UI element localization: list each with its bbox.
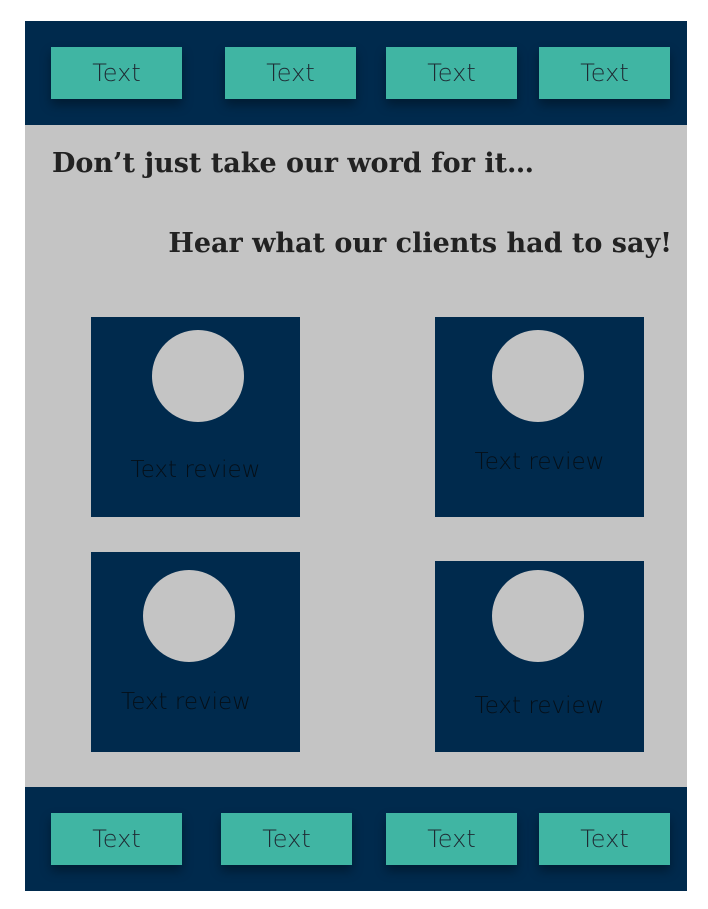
footer-nav-button-4[interactable]: Text bbox=[539, 813, 670, 865]
header-nav-button-1[interactable]: Text bbox=[51, 47, 182, 99]
review-text: Text review bbox=[474, 449, 605, 475]
header-nav-button-2[interactable]: Text bbox=[225, 47, 356, 99]
review-card-4: Text review bbox=[435, 561, 644, 752]
review-text: Text review bbox=[121, 689, 251, 715]
header-bar: Text Text Text Text bbox=[25, 21, 687, 125]
footer-nav-button-2[interactable]: Text bbox=[221, 813, 352, 865]
review-card-3: Text review bbox=[91, 552, 300, 752]
avatar bbox=[152, 330, 244, 422]
footer-nav-button-3[interactable]: Text bbox=[386, 813, 517, 865]
review-card-1: Text review bbox=[91, 317, 300, 517]
footer-bar: Text Text Text Text bbox=[25, 787, 687, 891]
avatar bbox=[492, 570, 584, 662]
footer-nav-button-1[interactable]: Text bbox=[51, 813, 182, 865]
review-text: Text review bbox=[474, 693, 605, 719]
review-card-2: Text review bbox=[435, 317, 644, 517]
avatar bbox=[143, 570, 235, 662]
header-nav-button-4[interactable]: Text bbox=[539, 47, 670, 99]
review-text: Text review bbox=[130, 457, 261, 483]
header-nav-button-3[interactable]: Text bbox=[386, 47, 517, 99]
avatar bbox=[492, 330, 584, 422]
page-subtitle: Hear what our clients had to say! bbox=[168, 228, 672, 259]
page-title: Don’t just take our word for it… bbox=[52, 148, 535, 179]
